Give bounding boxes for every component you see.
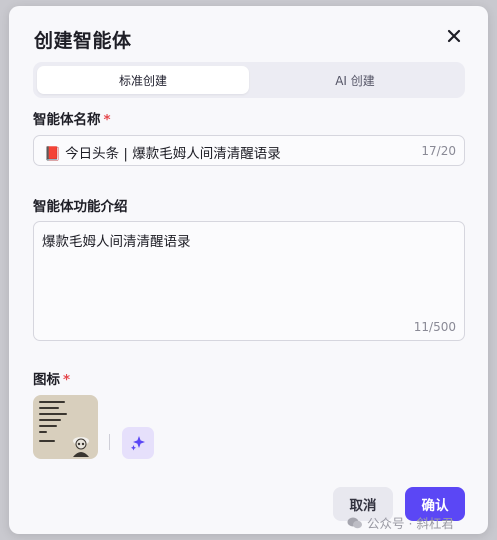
watermark: 公众号 · 斜杠君 (347, 513, 454, 532)
description-char-counter: 11/500 (413, 320, 456, 334)
sparkle-icon (131, 436, 145, 451)
wechat-icon (347, 517, 362, 528)
create-agent-dialog: 创建智能体 标准创建 AI 创建 智能体名称 * 📕 今日头条 | 爆款毛姆人间清… (9, 6, 488, 534)
agent-description-label: 智能体功能介绍 (33, 199, 128, 215)
ai-generate-icon-button[interactable] (122, 427, 154, 459)
name-char-counter: 17/20 (421, 144, 456, 158)
close-icon (447, 29, 461, 43)
agent-name-value: 今日头条 | 爆款毛姆人间清清醒语录 (65, 146, 281, 162)
watermark-text: 公众号 · 斜杠君 (367, 516, 454, 531)
dialog-title: 创建智能体 (34, 30, 132, 52)
agent-name-label: 智能体名称 * (33, 112, 111, 128)
create-mode-tabs: 标准创建 AI 创建 (33, 62, 465, 98)
agent-description-value: 爆款毛姆人间清清醒语录 (42, 234, 191, 250)
icon-label: 图标 * (33, 372, 71, 388)
required-mark: * (103, 112, 111, 128)
book-emoji-icon: 📕 (44, 146, 61, 162)
tab-ai-create[interactable]: AI 创建 (249, 66, 461, 94)
divider (109, 434, 110, 450)
agent-icon-thumbnail[interactable] (33, 395, 98, 459)
close-button[interactable] (441, 23, 467, 49)
required-mark: * (63, 372, 71, 388)
agent-description-textarea[interactable]: 爆款毛姆人间清清醒语录 11/500 (33, 221, 465, 341)
tab-standard-create[interactable]: 标准创建 (37, 66, 249, 94)
agent-name-input[interactable]: 📕 今日头条 | 爆款毛姆人间清清醒语录 17/20 (33, 135, 465, 166)
portrait-icon (73, 437, 89, 457)
